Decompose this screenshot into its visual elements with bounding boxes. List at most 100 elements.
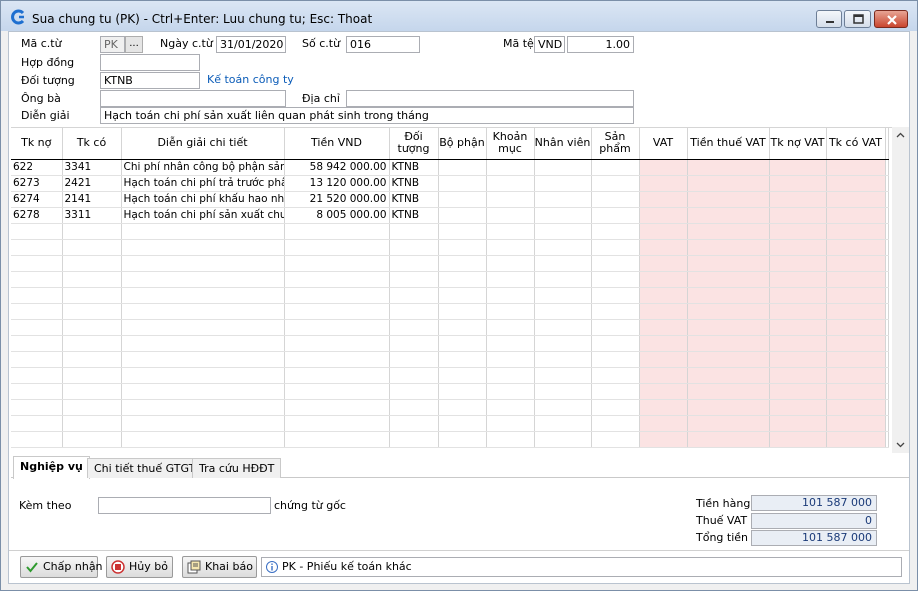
grid-cell[interactable] [639,191,688,208]
grid-cell[interactable] [389,351,439,368]
grid-cell[interactable] [284,335,390,352]
grid-cell[interactable] [284,415,390,432]
scroll-down-icon[interactable] [896,440,905,449]
grid-cell[interactable] [11,399,63,416]
grid-cell[interactable] [62,415,122,432]
grid-cell[interactable] [121,415,285,432]
grid-cell[interactable] [687,415,770,432]
grid-cell[interactable] [438,287,487,304]
grid-cell[interactable] [486,319,535,336]
grid-cell[interactable] [591,367,640,384]
grid-cell[interactable] [769,351,827,368]
grid-cell[interactable] [769,335,827,352]
grid-cell[interactable] [121,255,285,272]
grid-cell[interactable] [121,239,285,256]
grid-cell[interactable] [62,351,122,368]
grid-cell[interactable] [769,255,827,272]
ngay-ct-field[interactable]: 31/01/2020 [216,36,286,53]
grid-cell[interactable] [769,303,827,320]
grid-cell[interactable] [769,431,827,448]
grid-cell[interactable] [438,399,487,416]
grid-cell[interactable] [826,303,886,320]
grid-cell[interactable]: Chi phí nhân công bộ phận sản xu [121,159,285,176]
grid-cell[interactable] [389,223,439,240]
grid-col-header[interactable]: Nhân viên [534,128,592,160]
grid-cell[interactable] [826,223,886,240]
grid-cell[interactable] [591,207,640,224]
grid-cell[interactable] [534,159,592,176]
grid-col-header[interactable]: Đối tượng [389,128,439,160]
grid-cell[interactable] [486,383,535,400]
accept-button[interactable]: Chấp nhận [20,556,103,578]
grid-cell[interactable] [591,223,640,240]
grid-cell[interactable] [62,271,122,288]
grid-cell[interactable] [591,303,640,320]
grid-cell[interactable] [438,431,487,448]
grid-cell[interactable] [769,239,827,256]
kem-theo-field[interactable] [98,497,271,514]
grid-cell[interactable] [534,351,592,368]
grid-cell[interactable]: Hạch toán chi phí sản xuất chung [121,207,285,224]
table-row[interactable]: 6278 3311 Hạch toán chi phí sản xuất chung… [11,207,889,224]
grid-cell[interactable] [639,383,688,400]
grid-cell[interactable] [438,191,487,208]
grid-cell[interactable]: Hạch toán chi phí khấu hao nhà x [121,191,285,208]
grid-cell[interactable] [687,287,770,304]
grid-col-header[interactable]: Tk nợ VAT [769,128,827,160]
grid-cell[interactable] [769,415,827,432]
tab-tra-cuu-hddt[interactable]: Tra cứu HĐĐT [192,458,282,478]
grid-col-header[interactable]: Khoản mục [486,128,535,160]
table-row[interactable] [11,351,889,368]
grid-cell[interactable]: 13 120 000.00 [284,175,390,192]
entries-grid[interactable]: Tk nợ Tk có Diễn giải chi tiết Tiền VND Đối … [11,127,901,455]
grid-cell[interactable] [687,223,770,240]
grid-cell[interactable] [121,431,285,448]
grid-cell[interactable] [534,207,592,224]
grid-cell[interactable] [438,223,487,240]
grid-cell[interactable] [826,319,886,336]
grid-col-header[interactable]: Tk có VAT [826,128,886,160]
grid-cell[interactable]: KTNB [389,207,439,224]
grid-cell[interactable] [591,399,640,416]
grid-cell[interactable]: 6273 [11,175,63,192]
grid-cell[interactable] [389,399,439,416]
grid-cell[interactable] [438,175,487,192]
grid-cell[interactable] [687,159,770,176]
grid-cell[interactable]: 58 942 000.00 [284,159,390,176]
grid-cell[interactable] [438,319,487,336]
grid-cell[interactable] [639,287,688,304]
grid-cell[interactable] [826,399,886,416]
grid-cell[interactable] [284,383,390,400]
grid-cell[interactable] [389,239,439,256]
grid-cell[interactable] [687,431,770,448]
grid-cell[interactable] [62,399,122,416]
grid-cell[interactable] [591,239,640,256]
table-row[interactable] [11,287,889,304]
grid-cell[interactable] [486,431,535,448]
maximize-button[interactable] [844,10,871,28]
grid-cell[interactable] [687,319,770,336]
grid-cell[interactable] [486,367,535,384]
grid-cell[interactable] [486,399,535,416]
grid-cell[interactable] [826,335,886,352]
grid-cell[interactable] [769,287,827,304]
grid-cell[interactable] [687,335,770,352]
grid-cell[interactable] [486,271,535,288]
grid-cell[interactable] [389,335,439,352]
scroll-up-icon[interactable] [896,131,905,140]
grid-cell[interactable] [486,415,535,432]
table-row[interactable] [11,303,889,320]
grid-cell[interactable] [534,255,592,272]
grid-cell[interactable] [534,367,592,384]
grid-cell[interactable] [534,431,592,448]
grid-cell[interactable] [769,207,827,224]
grid-cell[interactable] [639,399,688,416]
grid-cell[interactable] [486,351,535,368]
grid-cell[interactable] [486,207,535,224]
grid-cell[interactable] [389,319,439,336]
grid-cell[interactable] [284,287,390,304]
grid-cell[interactable] [389,367,439,384]
grid-cell[interactable] [438,271,487,288]
grid-cell[interactable] [591,175,640,192]
grid-cell[interactable] [121,287,285,304]
